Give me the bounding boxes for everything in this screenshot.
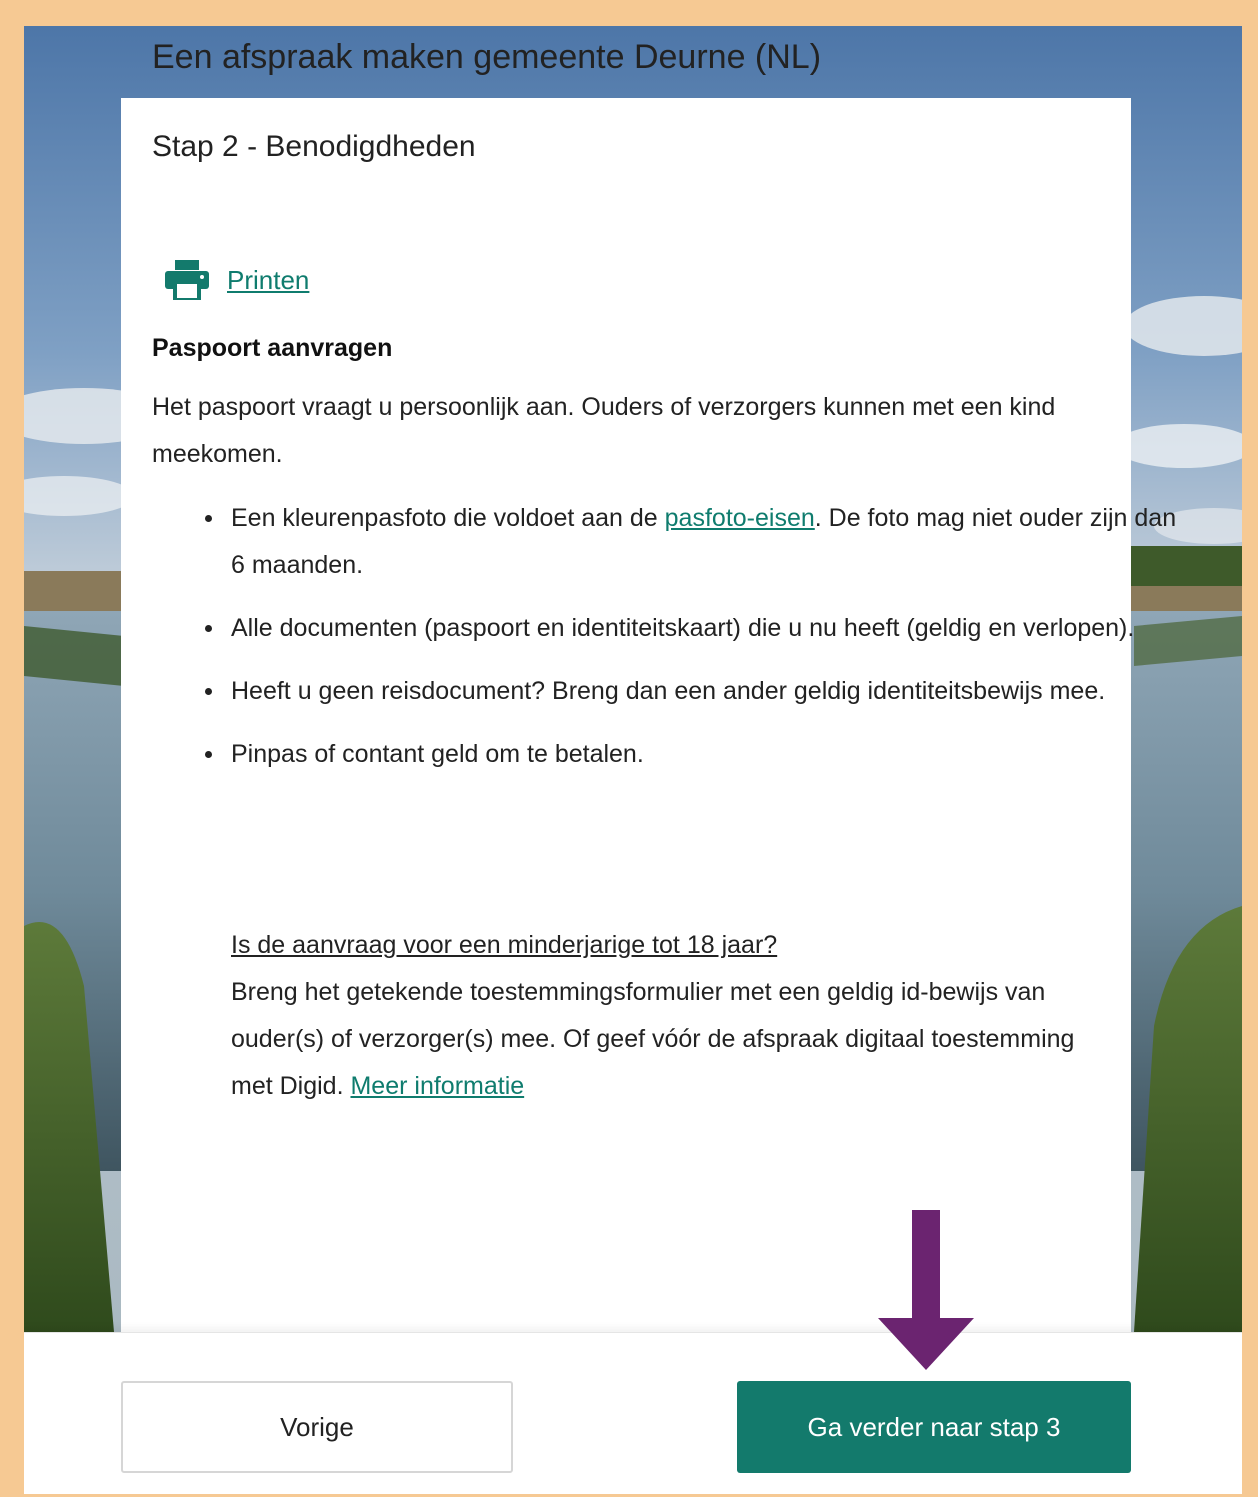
minor-info-block: Is de aanvraag voor een minderjarige tot…	[231, 922, 1111, 1110]
list-item: Alle documenten (paspoort en identiteits…	[205, 605, 1191, 652]
content-card: Stap 2 - Benodigdheden Printen Paspoort …	[121, 98, 1176, 1334]
pasfoto-eisen-link[interactable]: pasfoto-eisen	[665, 504, 815, 532]
meer-informatie-link[interactable]: Meer informatie	[350, 1072, 524, 1100]
intro-paragraph: Het paspoort vraagt u persoonlijk aan. O…	[152, 393, 1056, 468]
annotation-arrow-icon	[878, 1210, 974, 1370]
next-step-button[interactable]: Ga verder naar stap 3	[737, 1381, 1131, 1473]
print-link[interactable]: Printen	[227, 265, 309, 296]
page-title: Een afspraak maken gemeente Deurne (NL)	[152, 38, 822, 76]
step-title: Stap 2 - Benodigdheden	[152, 130, 476, 163]
requirements-list: Een kleurenpasfoto die voldoet aan de pa…	[152, 495, 1191, 794]
list-item: Pinpas of contant geld om te betalen.	[205, 731, 1191, 778]
section-heading: Paspoort aanvragen	[152, 334, 393, 362]
list-item: Heeft u geen reisdocument? Breng dan een…	[205, 668, 1191, 715]
minor-question: Is de aanvraag voor een minderjarige tot…	[231, 931, 778, 959]
list-item: Een kleurenpasfoto die voldoet aan de pa…	[205, 495, 1191, 589]
print-action[interactable]: Printen	[165, 258, 309, 302]
app-window: Een afspraak maken gemeente Deurne (NL) …	[24, 26, 1242, 1494]
list-item-text: Een kleurenpasfoto die voldoet aan de	[231, 504, 665, 532]
footer-bar: Vorige Ga verder naar stap 3	[24, 1332, 1242, 1494]
previous-button[interactable]: Vorige	[121, 1381, 513, 1473]
printer-icon[interactable]	[165, 260, 209, 302]
